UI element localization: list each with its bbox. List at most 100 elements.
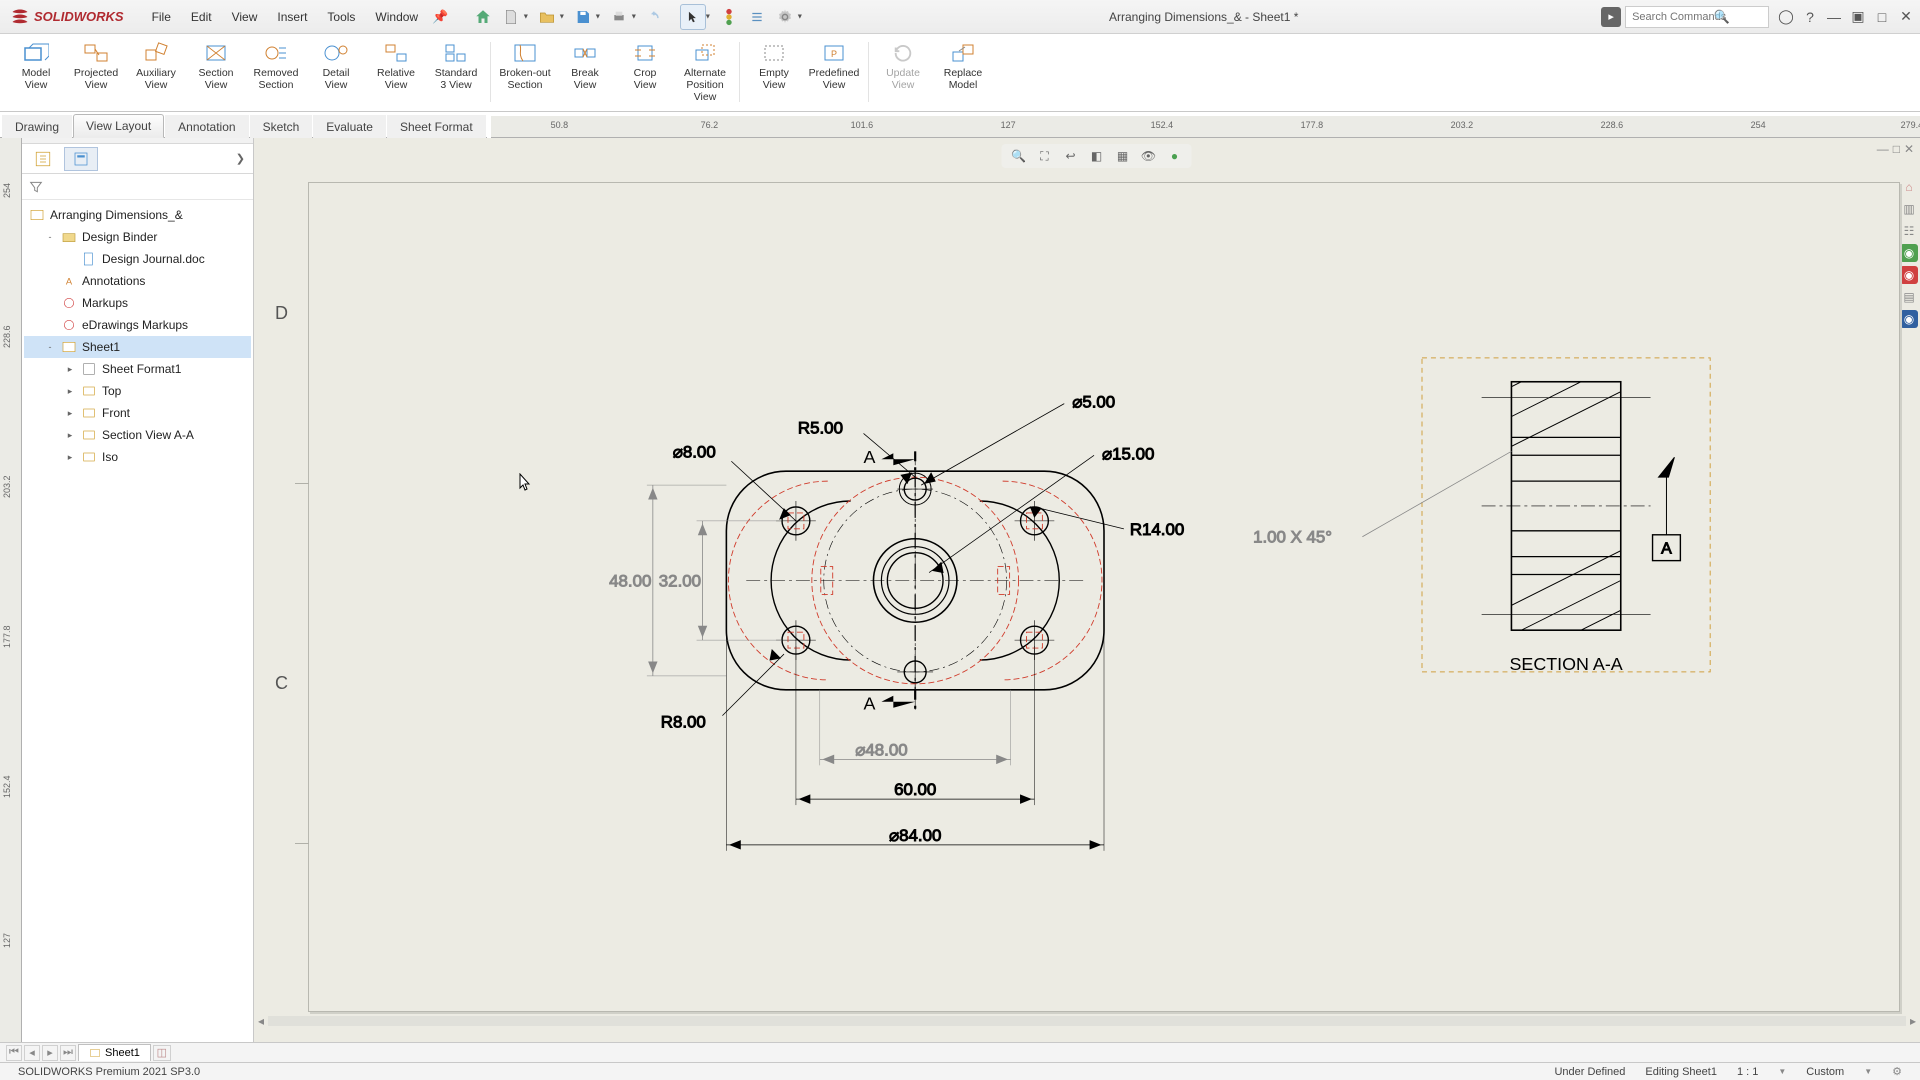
feature-tree-tab[interactable] [26,147,60,171]
menu-insert[interactable]: Insert [269,6,315,28]
search-input[interactable] [1625,6,1769,28]
zoom-fit-icon[interactable]: 🔍 [1008,146,1030,166]
tree-item[interactable]: ▸Sheet Format1 [24,358,251,380]
open-button[interactable]: ▼ [534,4,560,30]
quick-access-bar: ▼ ▼ ▼ ▼ ▼ ▼ [470,4,806,30]
model-view-button[interactable]: ModelView [6,38,66,108]
projected-view-button[interactable]: ProjectedView [66,38,126,108]
status-custom-dd[interactable]: ▼ [1864,1067,1872,1076]
section-hud-icon[interactable]: ◧ [1086,146,1108,166]
search-toggle-icon[interactable]: ▸ [1601,7,1621,27]
restore-button[interactable]: ▣ [1848,7,1868,27]
crop-view-button[interactable]: CropView [615,38,675,108]
alternate-position-button[interactable]: AlternatePositionView [675,38,735,108]
replace-model-button[interactable]: ReplaceModel [933,38,993,108]
canvas-min-icon[interactable]: — [1877,142,1889,156]
drawing-canvas[interactable]: 🔍 ⛶ ↩ ◧ ▦ 👁 ● — □ ✕ ⌂ ▥ ☷ ◉ ◉ ▤ ◉ 876543 [254,138,1920,1042]
tree-root[interactable]: Arranging Dimensions_& [24,204,251,226]
canvas-close-icon[interactable]: ✕ [1904,142,1914,156]
canvas-max-icon[interactable]: □ [1893,142,1900,156]
tree-item[interactable]: -Design Binder [24,226,251,248]
tree-item[interactable]: ▸Iso [24,446,251,468]
minimize-button[interactable]: — [1824,7,1844,27]
select-button[interactable]: ▼ [680,4,706,30]
tab-sheet-format[interactable]: Sheet Format [387,115,486,138]
tree-item[interactable]: eDrawings Markups [24,314,251,336]
save-button[interactable]: ▼ [570,4,596,30]
empty-view-button[interactable]: EmptyView [744,38,804,108]
options-list-icon[interactable] [744,4,770,30]
sheet-prev-icon[interactable]: ◂ [24,1045,40,1061]
tree-item[interactable]: Design Journal.doc [24,248,251,270]
tab-drawing[interactable]: Drawing [2,115,72,138]
undo-button[interactable] [642,4,668,30]
auxiliary-view-button[interactable]: AuxiliaryView [126,38,186,108]
sheet-tab-1[interactable]: Sheet1 [78,1044,151,1061]
tree-item[interactable]: Markups [24,292,251,314]
menu-window[interactable]: Window [367,6,426,28]
break-view-button[interactable]: BreakView [555,38,615,108]
property-tab[interactable] [64,147,98,171]
drawing-sheet[interactable]: D C [308,182,1900,1012]
svg-text:A: A [66,276,73,286]
zoom-area-icon[interactable]: ⛶ [1034,146,1056,166]
section-view-button[interactable]: SectionView [186,38,246,108]
resources-pane-icon[interactable]: ▥ [1900,200,1918,218]
view-palette-pane-icon[interactable]: ◉ [1900,244,1918,262]
zoom-prev-icon[interactable]: ↩ [1060,146,1082,166]
predefined-view-button[interactable]: PPredefinedView [804,38,864,108]
tab-view-layout[interactable]: View Layout [73,114,164,138]
forum-pane-icon[interactable]: ◉ [1900,310,1918,328]
hide-show-icon[interactable]: 👁 [1138,146,1160,166]
close-button[interactable]: ✕ [1896,7,1916,27]
search-icon[interactable]: 🔍 [1714,9,1730,25]
status-scale-dd[interactable]: ▼ [1778,1067,1786,1076]
status-scale[interactable]: 1 : 1 [1737,1066,1758,1078]
vertical-ruler: 254228.6203.2177.8152.4127 [0,138,22,1042]
user-icon[interactable]: ◯ [1776,7,1796,27]
tree-item[interactable]: ▸Top [24,380,251,402]
status-gear-icon[interactable]: ⚙ [1892,1065,1902,1078]
library-pane-icon[interactable]: ☷ [1900,222,1918,240]
removed-section-button[interactable]: RemovedSection [246,38,306,108]
pin-icon[interactable]: 📌 [432,9,448,25]
panel-collapse-icon[interactable]: ❯ [232,152,249,165]
maximize-button[interactable]: □ [1872,7,1892,27]
menu-edit[interactable]: Edit [183,6,220,28]
tree-item[interactable]: ▸Section View A-A [24,424,251,446]
new-button[interactable]: ▼ [498,4,524,30]
detail-view-button[interactable]: DetailView [306,38,366,108]
status-custom[interactable]: Custom [1806,1066,1844,1078]
tree-item[interactable]: ▸Front [24,402,251,424]
traffic-light-icon[interactable] [716,4,742,30]
h-scrollbar[interactable]: ◂ ▸ [254,1014,1920,1028]
tab-sketch[interactable]: Sketch [250,115,313,138]
home-button[interactable] [470,4,496,30]
help-icon[interactable]: ? [1800,7,1820,27]
canvas-window-controls: — □ ✕ [1877,142,1914,156]
sheet-last-icon[interactable]: ⏭ [60,1045,76,1061]
funnel-icon[interactable] [28,179,44,195]
appearance-pane-icon[interactable]: ◉ [1900,266,1918,284]
print-button[interactable]: ▼ [606,4,632,30]
solidworks-icon [10,7,30,27]
properties-pane-icon[interactable]: ▤ [1900,288,1918,306]
sheet-next-icon[interactable]: ▸ [42,1045,58,1061]
menu-tools[interactable]: Tools [319,6,363,28]
tab-annotation[interactable]: Annotation [165,115,248,138]
tab-evaluate[interactable]: Evaluate [313,115,386,138]
sheet-add-button[interactable]: ◫ [153,1045,171,1061]
relative-view-button[interactable]: RelativeView [366,38,426,108]
tree-item[interactable]: -Sheet1 [24,336,251,358]
display-style-icon[interactable]: ▦ [1112,146,1134,166]
tree-item[interactable]: AAnnotations [24,270,251,292]
sheet-first-icon[interactable]: ⏮ [6,1045,22,1061]
home-pane-icon[interactable]: ⌂ [1900,178,1918,196]
svg-text:⌀15.00: ⌀15.00 [1102,444,1154,463]
menu-file[interactable]: File [144,6,179,28]
settings-button[interactable]: ▼ [772,4,798,30]
brokenout-section-button[interactable]: Broken-outSection [495,38,555,108]
menu-view[interactable]: View [224,6,266,28]
render-icon[interactable]: ● [1164,146,1186,166]
standard-3view-button[interactable]: Standard3 View [426,38,486,108]
